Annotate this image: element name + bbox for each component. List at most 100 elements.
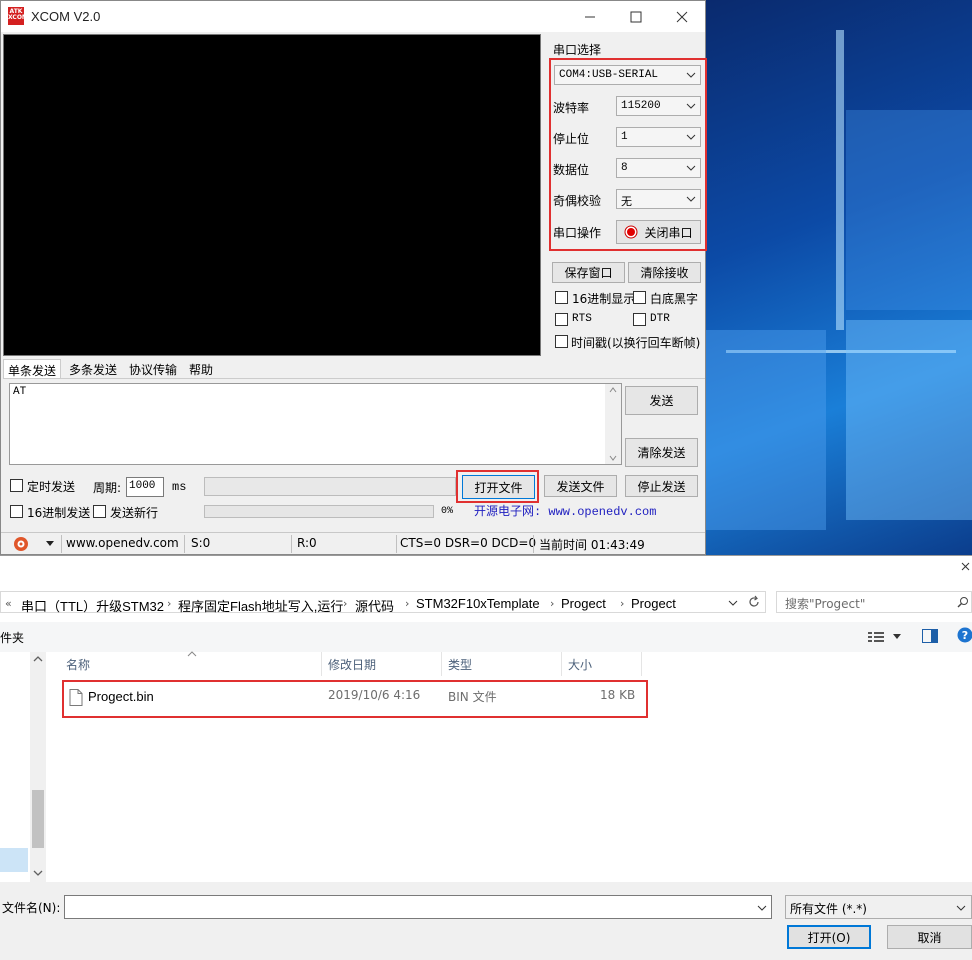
- app-logo: ATKXCOM: [8, 7, 24, 25]
- progress-bar: [204, 505, 434, 518]
- send-text: AT: [13, 386, 26, 398]
- send-newline-label: 发送新行: [110, 504, 158, 521]
- tab-protocol[interactable]: 协议传输: [125, 359, 181, 379]
- close-icon: [676, 11, 688, 23]
- period-unit: ms: [172, 480, 186, 494]
- scroll-down-icon: [30, 866, 46, 880]
- filename-label: 文件名(N):: [2, 899, 60, 916]
- period-label: 周期:: [93, 479, 121, 496]
- filetype-value: 所有文件 (*.*): [790, 902, 867, 916]
- stop-send-button[interactable]: 停止发送: [625, 475, 698, 497]
- maximize-icon: [630, 11, 642, 23]
- close-icon: [958, 561, 970, 573]
- send-textarea[interactable]: AT: [9, 383, 622, 465]
- highlight-open-file: [456, 470, 539, 503]
- highlight-file-row: [62, 680, 648, 718]
- column-type[interactable]: 类型: [442, 652, 562, 676]
- hex-send-checkbox[interactable]: [10, 505, 23, 518]
- scroll-up-icon: [605, 384, 621, 396]
- send-button[interactable]: 发送: [625, 386, 698, 415]
- navigation-pane[interactable]: [0, 652, 46, 882]
- dtr-label: DTR: [650, 313, 670, 325]
- status-url[interactable]: www.openedv.com: [66, 536, 179, 550]
- title-bar[interactable]: ATKXCOM XCOM V2.0: [1, 1, 705, 32]
- hex-send-label: 16进制发送: [27, 504, 90, 521]
- search-placeholder: 搜索"Progect": [785, 597, 865, 611]
- white-bg-label: 白底黑字: [650, 290, 698, 307]
- desktop-background: [706, 0, 972, 555]
- filetype-select[interactable]: 所有文件 (*.*): [785, 895, 972, 919]
- dropdown-arrow-icon: [45, 541, 55, 547]
- receive-terminal[interactable]: [3, 34, 541, 356]
- hex-display-checkbox[interactable]: [555, 291, 568, 304]
- dialog-footer: 文件名(N): 所有文件 (*.*) 打开(O) 取消: [0, 882, 972, 960]
- search-input[interactable]: 搜索"Progect": [776, 591, 972, 613]
- close-button[interactable]: [659, 1, 705, 32]
- tab-single-send[interactable]: 单条发送: [3, 359, 61, 379]
- filename-input[interactable]: [64, 895, 772, 919]
- minimize-button[interactable]: [567, 1, 613, 32]
- file-path-field[interactable]: [204, 477, 456, 496]
- breadcrumb-item[interactable]: Progect: [561, 596, 606, 611]
- new-folder-fragment[interactable]: 件夹: [0, 629, 24, 646]
- address-bar[interactable]: « 串口（TTL）升级STM32 › 程序固定Flash地址写入,运行 › 源代…: [0, 591, 766, 613]
- save-window-button[interactable]: 保存窗口: [552, 262, 625, 283]
- clear-send-button[interactable]: 清除发送: [625, 438, 698, 467]
- tab-divider: [3, 378, 705, 379]
- progress-text: 0%: [441, 506, 453, 517]
- send-scrollbar[interactable]: [605, 384, 621, 464]
- period-value: 1000: [129, 480, 155, 492]
- nav-selected-item[interactable]: [0, 848, 28, 872]
- site-banner-link[interactable]: 开源电子网: www.openedv.com: [474, 502, 656, 519]
- serial-section-label: 串口选择: [553, 41, 601, 58]
- timestamp-checkbox[interactable]: [555, 335, 568, 348]
- chevron-down-icon: [956, 903, 966, 913]
- send-newline-checkbox[interactable]: [93, 505, 106, 518]
- cancel-button[interactable]: 取消: [887, 925, 972, 949]
- period-input[interactable]: 1000: [126, 477, 164, 497]
- tab-multi-send[interactable]: 多条发送: [65, 359, 121, 379]
- column-modified[interactable]: 修改日期: [322, 652, 442, 676]
- nav-scrollbar[interactable]: [30, 652, 46, 882]
- send-file-button[interactable]: 发送文件: [544, 475, 617, 497]
- status-lines: CTS=0 DSR=0 DCD=0: [400, 536, 536, 550]
- maximize-button[interactable]: [613, 1, 659, 32]
- status-logo-icon: [13, 536, 29, 552]
- breadcrumb-item[interactable]: 程序固定Flash地址写入,运行: [178, 596, 343, 615]
- chevron-down-icon: [757, 903, 767, 913]
- overflow-chevron-icon[interactable]: «: [5, 597, 12, 610]
- scroll-down-icon: [605, 452, 621, 464]
- clear-receive-button[interactable]: 清除接收: [628, 262, 701, 283]
- timed-send-checkbox[interactable]: [10, 479, 23, 492]
- white-bg-checkbox[interactable]: [633, 291, 646, 304]
- column-size[interactable]: 大小: [562, 652, 642, 676]
- breadcrumb-item[interactable]: 源代码: [355, 596, 394, 615]
- highlight-serial-settings: [549, 58, 707, 251]
- breadcrumb-item[interactable]: 串口（TTL）升级STM32: [21, 596, 164, 615]
- rts-checkbox[interactable]: [555, 313, 568, 326]
- view-dropdown-icon: [893, 634, 901, 640]
- scroll-up-icon: [30, 652, 46, 666]
- xcom-window: ATKXCOM XCOM V2.0 串口选择 COM4:USB-SERIAL 波…: [0, 0, 706, 555]
- status-bar: www.openedv.com S:0 R:0 CTS=0 DSR=0 DCD=…: [1, 532, 705, 554]
- status-received: R:0: [297, 536, 317, 550]
- tab-help[interactable]: 帮助: [185, 359, 217, 379]
- refresh-icon: [747, 595, 761, 609]
- breadcrumb-item[interactable]: Progect: [631, 596, 676, 611]
- chevron-down-icon: [728, 598, 738, 608]
- dtr-checkbox[interactable]: [633, 313, 646, 326]
- search-icon: [957, 596, 969, 608]
- nav-scroll-thumb[interactable]: [32, 790, 44, 848]
- status-time: 当前时间 01:43:49: [539, 536, 645, 553]
- svg-text:?: ?: [962, 629, 968, 642]
- open-file-dialog: « 串口（TTL）升级STM32 › 程序固定Flash地址写入,运行 › 源代…: [0, 555, 972, 959]
- timed-send-label: 定时发送: [27, 478, 75, 495]
- rts-label: RTS: [572, 313, 592, 325]
- hex-display-label: 16进制显示: [572, 290, 635, 307]
- column-name[interactable]: 名称: [60, 652, 322, 676]
- open-button[interactable]: 打开(O): [787, 925, 871, 949]
- minimize-icon: [584, 11, 596, 23]
- timestamp-label: 时间戳(以换行回车断帧): [571, 334, 700, 351]
- window-title: XCOM V2.0: [31, 9, 100, 24]
- breadcrumb-item[interactable]: STM32F10xTemplate: [416, 596, 540, 611]
